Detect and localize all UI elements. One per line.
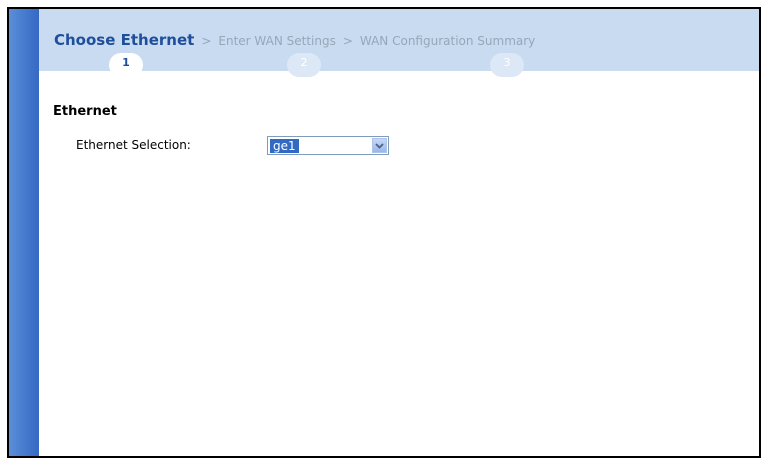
wizard-steps: Choose Ethernet > Enter WAN Settings > W…: [54, 31, 535, 49]
section-title-ethernet: Ethernet: [53, 104, 117, 119]
ethernet-selection-dropdown[interactable]: ge1: [267, 136, 389, 155]
step-enter-wan-settings: Enter WAN Settings: [218, 34, 336, 48]
step-separator: >: [201, 34, 212, 48]
wizard-step-bar: Choose Ethernet > Enter WAN Settings > W…: [39, 9, 759, 77]
step-separator: >: [342, 34, 353, 48]
step-number-2: 2: [287, 53, 321, 77]
step-choose-ethernet: Choose Ethernet: [54, 31, 195, 49]
ethernet-selection-label: Ethernet Selection:: [76, 138, 191, 152]
side-strip: [9, 9, 39, 456]
ethernet-selection-value: ge1: [270, 138, 299, 153]
step-number-1: 1: [109, 53, 143, 77]
chevron-down-icon[interactable]: [372, 138, 387, 153]
wizard-window: Choose Ethernet > Enter WAN Settings > W…: [7, 7, 761, 458]
step-wan-configuration-summary: WAN Configuration Summary: [359, 34, 536, 48]
step-number-3: 3: [490, 53, 524, 77]
